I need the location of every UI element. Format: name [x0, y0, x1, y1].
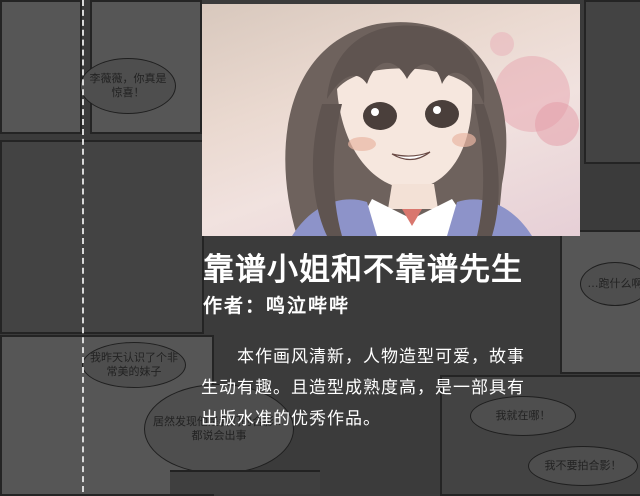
manga-panel-bottom-strip — [170, 470, 320, 494]
manga-panel-top-right — [584, 0, 640, 164]
description-line: 生动有趣。且造型成熟度高，是一部具有 — [201, 373, 593, 404]
manga-panel-top-left — [0, 0, 82, 134]
speech-bubble-text: 我不要拍合影！ — [545, 459, 622, 473]
speech-bubble-2: …跑什么啊 — [580, 262, 640, 306]
girl-portrait-illustration — [202, 4, 580, 236]
speech-bubble-text: 李薇薇，你真是惊喜！ — [85, 72, 171, 100]
cover-illustration — [202, 4, 580, 236]
author-line: 作者：鸣泣哔哔 — [203, 291, 350, 318]
speech-bubble-3: 我昨天认识了个非常美的妹子 — [82, 342, 186, 388]
manga-panel-mid-left — [0, 140, 204, 334]
speech-bubble-1: 李薇薇，你真是惊喜！ — [80, 58, 176, 114]
comic-title: 靠谱小姐和不靠谱先生 — [203, 244, 523, 289]
description: 本作画风清新，人物造型可爱，故事 生动有趣。且造型成熟度高，是一部具有 出版水准… — [201, 342, 593, 435]
dashed-divider — [82, 0, 84, 492]
speech-bubble-text: 我昨天认识了个非常美的妹子 — [87, 351, 181, 379]
speech-bubble-6: 我不要拍合影！ — [528, 446, 638, 486]
description-line: 出版水准的优秀作品。 — [201, 404, 593, 435]
description-line: 本作画风清新，人物造型可爱，故事 — [201, 342, 593, 373]
speech-bubble-text: …跑什么啊 — [588, 277, 640, 291]
